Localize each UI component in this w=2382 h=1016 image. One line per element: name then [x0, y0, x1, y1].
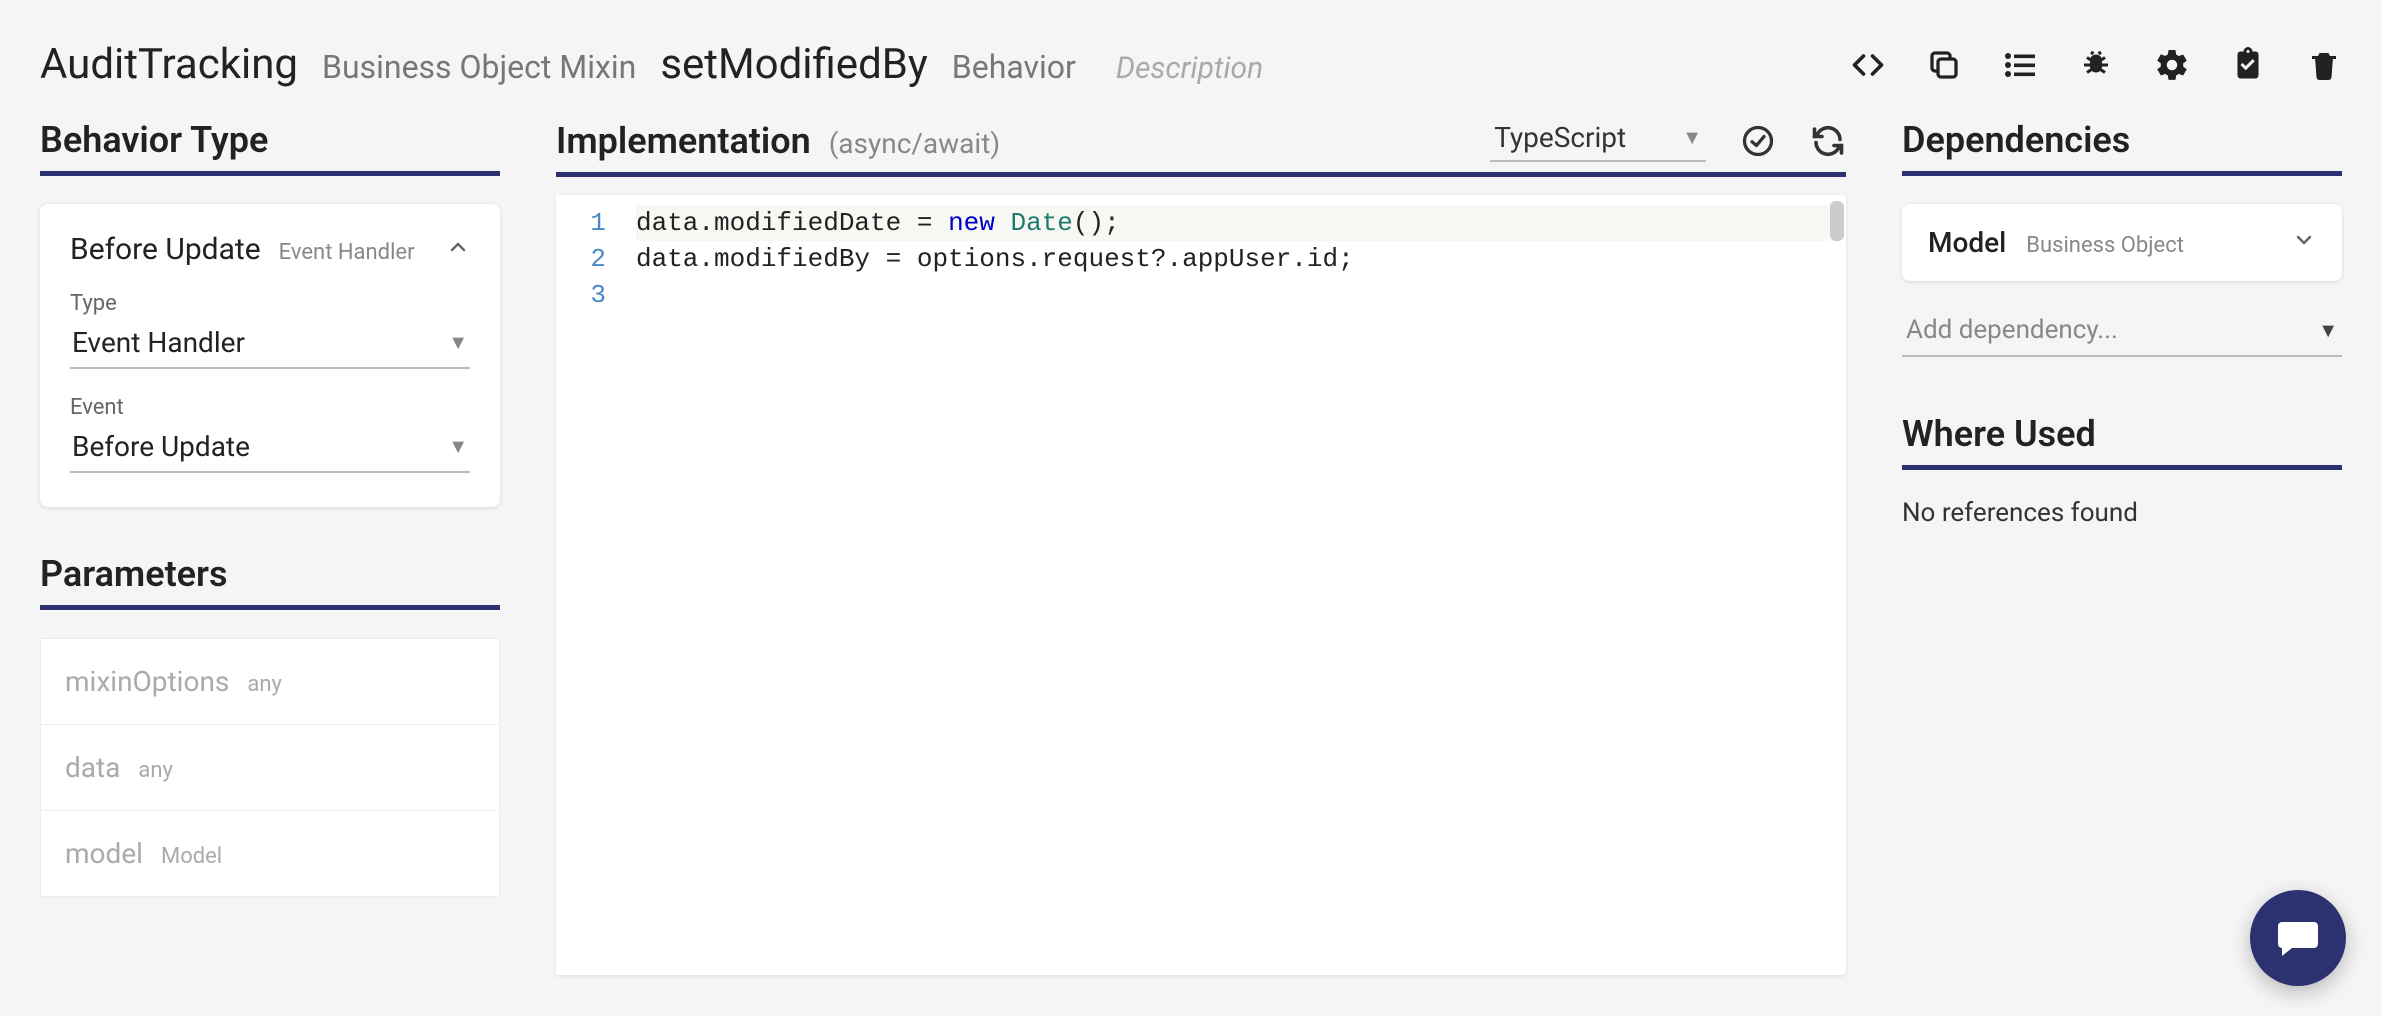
parameter-name: data: [65, 751, 120, 784]
language-select[interactable]: TypeScript ▼: [1490, 119, 1706, 162]
task-icon[interactable]: [2230, 47, 2266, 83]
implementation-mode: (async/await): [829, 127, 1000, 160]
event-label: Event: [70, 395, 470, 420]
dependencies-title: Dependencies: [1902, 119, 2342, 176]
where-used-title: Where Used: [1902, 413, 2342, 470]
dependency-type: Business Object: [2026, 233, 2184, 258]
behavior-type-title: Behavior Type: [40, 119, 500, 176]
code-area[interactable]: data.modifiedDate = new Date();data.modi…: [620, 195, 1846, 975]
list-icon[interactable]: [2002, 47, 2038, 83]
line-number: 1: [566, 205, 606, 241]
type-label: Type: [70, 291, 470, 316]
dependency-name: Model: [1928, 226, 2006, 259]
parameter-type: Model: [161, 844, 222, 869]
add-dependency-placeholder: Add dependency...: [1906, 315, 2118, 345]
behavior-type-card-tag: Event Handler: [279, 240, 415, 265]
parameter-row[interactable]: mixinOptions any: [40, 638, 500, 725]
parameters-title: Parameters: [40, 553, 500, 610]
code-icon[interactable]: [1850, 47, 1886, 83]
dependency-row[interactable]: Model Business Object: [1902, 204, 2342, 281]
implementation-title: Implementation: [556, 120, 811, 162]
code-line: [636, 277, 1830, 313]
copy-icon[interactable]: [1926, 47, 1962, 83]
bug-icon[interactable]: [2078, 47, 2114, 83]
parameter-row[interactable]: data any: [40, 725, 500, 811]
scrollbar-thumb[interactable]: [1830, 201, 1844, 241]
type-value: Event Handler: [72, 326, 245, 359]
line-number: 3: [566, 277, 606, 313]
line-gutter: 1 2 3: [556, 195, 620, 975]
page-header: AuditTracking Business Object Mixin setM…: [0, 0, 2382, 119]
behavior-type-card: Before Update Event Handler Type Event H…: [40, 204, 500, 507]
validate-icon[interactable]: [1740, 123, 1776, 159]
language-value: TypeScript: [1494, 121, 1626, 154]
behavior-kind: Behavior: [952, 48, 1076, 86]
caret-down-icon: ▼: [2318, 318, 2338, 343]
line-number: 2: [566, 241, 606, 277]
parameter-name: mixinOptions: [65, 665, 229, 698]
code-line: data.modifiedDate = new Date();: [636, 205, 1830, 241]
trash-icon[interactable]: [2306, 47, 2342, 83]
event-select[interactable]: Before Update ▼: [70, 426, 470, 473]
behavior-name: setModifiedBy: [660, 40, 927, 89]
chevron-up-icon: [446, 233, 470, 266]
entity-type: Business Object Mixin: [322, 48, 636, 86]
breadcrumb: AuditTracking Business Object Mixin setM…: [40, 40, 1263, 89]
parameters-list: mixinOptions any data any model Model: [40, 638, 500, 897]
parameter-type: any: [247, 672, 282, 697]
caret-down-icon: ▼: [1682, 125, 1702, 150]
caret-down-icon: ▼: [448, 434, 468, 459]
description-placeholder[interactable]: Description: [1116, 51, 1263, 86]
chat-button[interactable]: [2250, 890, 2346, 986]
behavior-type-card-name: Before Update: [70, 232, 261, 267]
entity-name: AuditTracking: [40, 40, 298, 89]
caret-down-icon: ▼: [448, 330, 468, 355]
code-line: data.modifiedBy = options.request?.appUs…: [636, 241, 1830, 277]
chevron-down-icon: [2292, 226, 2316, 259]
type-select[interactable]: Event Handler ▼: [70, 322, 470, 369]
behavior-type-card-header[interactable]: Before Update Event Handler: [70, 232, 470, 267]
type-field: Type Event Handler ▼: [70, 291, 470, 369]
toolbar: [1850, 47, 2342, 83]
add-dependency-input[interactable]: Add dependency... ▼: [1902, 305, 2342, 357]
event-field: Event Before Update ▼: [70, 395, 470, 473]
event-value: Before Update: [72, 430, 250, 463]
code-editor[interactable]: 1 2 3 data.modifiedDate = new Date();dat…: [556, 195, 1846, 975]
parameter-row[interactable]: model Model: [40, 811, 500, 897]
where-used-empty: No references found: [1902, 498, 2342, 528]
refresh-icon[interactable]: [1810, 123, 1846, 159]
gear-icon[interactable]: [2154, 47, 2190, 83]
parameter-name: model: [65, 837, 143, 870]
parameter-type: any: [138, 758, 173, 783]
